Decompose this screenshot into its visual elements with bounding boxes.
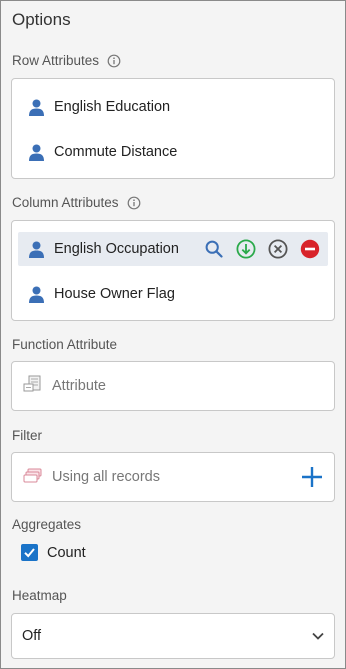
person-icon xyxy=(27,143,46,162)
function-attribute-placeholder-row: Attribute xyxy=(22,362,106,410)
records-icon xyxy=(22,465,44,490)
column-attribute-item-selected[interactable]: English Occupation xyxy=(18,232,328,266)
column-attributes-header: Column Attributes xyxy=(12,195,141,210)
row-actions xyxy=(204,239,320,259)
person-icon xyxy=(27,240,46,259)
search-icon[interactable] xyxy=(204,239,224,259)
panel-title: Options xyxy=(12,10,71,29)
function-attribute-label: Function Attribute xyxy=(12,337,118,352)
options-panel: Options Row Attributes English Education… xyxy=(0,0,346,669)
function-attribute-field[interactable]: Attribute xyxy=(11,361,335,411)
heatmap-header: Heatmap xyxy=(12,588,67,603)
function-attribute-header: Function Attribute xyxy=(12,337,117,352)
aggregates-header: Aggregates xyxy=(12,517,81,532)
clear-icon[interactable] xyxy=(268,239,288,259)
attribute-label: House Owner Flag xyxy=(54,286,175,302)
row-attributes-list: English Education Commute Distance xyxy=(11,78,335,179)
info-icon[interactable] xyxy=(127,196,141,210)
attribute-label: Commute Distance xyxy=(54,144,178,160)
info-icon[interactable] xyxy=(107,54,121,68)
heatmap-select-value: Off xyxy=(22,628,42,644)
column-attributes-list: English Occupation House Owner Flag xyxy=(11,220,335,321)
attribute-label: English Education xyxy=(54,99,171,115)
column-attribute-item[interactable]: House Owner Flag xyxy=(18,277,328,311)
row-attributes-header: Row Attributes xyxy=(12,53,121,68)
person-icon xyxy=(27,98,46,117)
count-checkbox[interactable] xyxy=(21,544,38,561)
chevron-down-icon xyxy=(311,629,325,643)
function-attribute-placeholder: Attribute xyxy=(52,378,106,394)
filter-value: Using all records xyxy=(52,469,160,485)
count-checkbox-row[interactable]: Count xyxy=(21,544,86,561)
remove-icon[interactable] xyxy=(300,239,320,259)
count-label: Count xyxy=(47,544,86,561)
row-attribute-item[interactable]: Commute Distance xyxy=(18,135,328,169)
person-icon xyxy=(27,285,46,304)
attribute-icon xyxy=(22,374,44,399)
row-attribute-item[interactable]: English Education xyxy=(18,90,328,124)
filter-label: Filter xyxy=(12,428,42,443)
heatmap-select[interactable]: Off xyxy=(11,613,335,659)
attribute-label: English Occupation xyxy=(54,241,179,257)
plus-icon[interactable] xyxy=(300,465,324,489)
filter-field[interactable]: Using all records xyxy=(11,452,335,502)
filter-header: Filter xyxy=(12,428,42,443)
aggregates-label: Aggregates xyxy=(12,517,82,532)
move-down-icon[interactable] xyxy=(236,239,256,259)
filter-value-row: Using all records xyxy=(22,453,160,501)
row-attributes-label: Row Attributes xyxy=(12,53,100,68)
column-attributes-label: Column Attributes xyxy=(12,195,119,210)
heatmap-label: Heatmap xyxy=(12,588,67,603)
